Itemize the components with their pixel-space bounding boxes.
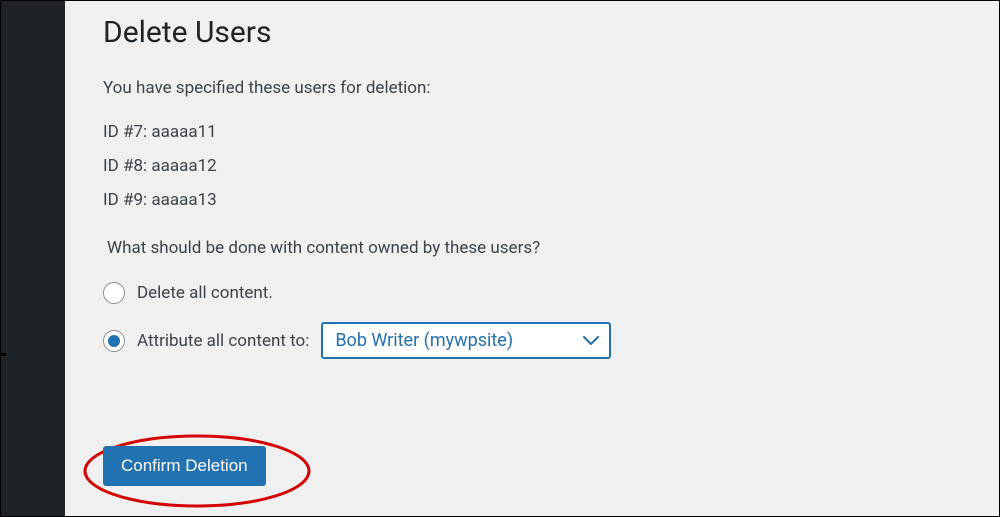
radio-delete-all[interactable]	[103, 282, 125, 304]
intro-text: You have specified these users for delet…	[103, 78, 961, 98]
option-label-delete: Delete all content.	[137, 283, 273, 303]
option-attribute[interactable]: Attribute all content to: Bob Writer (my…	[103, 322, 961, 359]
option-label-attribute: Attribute all content to:	[137, 331, 309, 351]
radio-attribute[interactable]	[103, 330, 125, 352]
reassign-user-select[interactable]: Bob Writer (mywpsite)	[321, 322, 611, 359]
list-item: ID #7: aaaaa11	[103, 122, 961, 142]
main-content: Delete Users You have specified these us…	[65, 1, 999, 516]
admin-sidebar	[1, 1, 65, 516]
confirm-deletion-button[interactable]: Confirm Deletion	[103, 446, 266, 486]
user-deletion-list: ID #7: aaaaa11 ID #8: aaaaa12 ID #9: aaa…	[103, 122, 961, 210]
list-item: ID #9: aaaaa13	[103, 190, 961, 210]
content-question: What should be done with content owned b…	[103, 238, 961, 258]
option-delete-all[interactable]: Delete all content.	[103, 282, 961, 304]
list-item: ID #8: aaaaa12	[103, 156, 961, 176]
page-title: Delete Users	[103, 15, 961, 50]
sidebar-marker	[0, 353, 6, 356]
